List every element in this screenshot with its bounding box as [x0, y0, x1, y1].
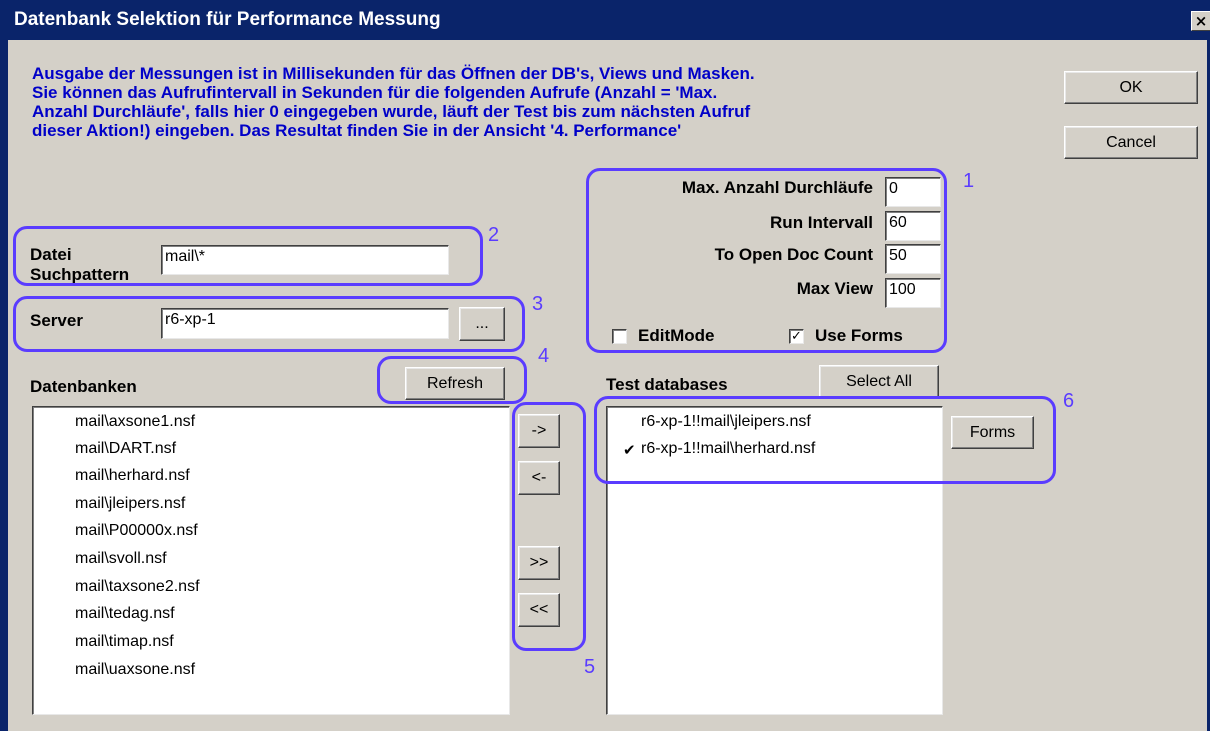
useforms-checkbox[interactable]: ✓ [789, 329, 804, 344]
max-runs-label: Max. Anzahl Durchläufe [681, 178, 873, 197]
test-databases-label: Test databases [606, 375, 728, 394]
list-item[interactable]: mail\tedag.nsf [75, 605, 175, 623]
callout-number-6: 6 [1063, 390, 1075, 412]
info-line: Ausgabe der Messungen ist in Millisekund… [32, 64, 755, 83]
list-item[interactable]: mail\svoll.nsf [75, 550, 167, 568]
open-doc-count-field[interactable]: 50 [885, 244, 941, 274]
server-label: Server [30, 311, 83, 330]
forms-button[interactable]: Forms [951, 416, 1034, 449]
databases-list[interactable]: mail\axsone1.nsf mail\DART.nsf mail\herh… [32, 406, 510, 715]
open-doc-count-label: To Open Doc Count [714, 245, 873, 264]
add-button[interactable]: -> [518, 414, 560, 448]
info-line: Sie können das Aufrufintervall in Sekund… [32, 83, 718, 102]
ok-button[interactable]: OK [1064, 71, 1198, 104]
list-item[interactable]: mail\uaxsone.nsf [75, 661, 195, 679]
list-item[interactable]: mail\taxsone2.nsf [75, 578, 200, 596]
search-pattern-label-1: Datei [30, 245, 72, 264]
remove-button[interactable]: <- [518, 461, 560, 495]
list-item[interactable]: mail\axsone1.nsf [75, 413, 195, 431]
editmode-label: EditMode [638, 326, 715, 345]
list-item[interactable]: r6-xp-1!!mail\herhard.nsf [641, 440, 815, 458]
max-view-field[interactable]: 100 [885, 278, 941, 308]
window-title: Datenbank Selektion für Performance Mess… [14, 9, 441, 30]
info-text: Ausgabe der Messungen ist in Millisekund… [32, 64, 952, 140]
callout-number-5: 5 [584, 656, 596, 678]
test-databases-list[interactable]: r6-xp-1!!mail\jleipers.nsf ✔ r6-xp-1!!ma… [606, 406, 943, 715]
list-item[interactable]: mail\jleipers.nsf [75, 495, 185, 513]
max-runs-field[interactable]: 0 [885, 177, 941, 207]
useforms-label: Use Forms [815, 326, 903, 345]
callout-number-1: 1 [963, 170, 975, 192]
refresh-button[interactable]: Refresh [405, 367, 505, 400]
close-icon[interactable]: × [1191, 11, 1210, 31]
databases-label: Datenbanken [30, 377, 137, 396]
list-item[interactable]: mail\herhard.nsf [75, 467, 190, 485]
dialog-window: Datenbank Selektion für Performance Mess… [0, 0, 1210, 731]
server-input[interactable]: r6-xp-1 [161, 308, 449, 339]
callout-number-3: 3 [532, 293, 544, 315]
info-line: dieser Aktion!) eingeben. Das Resultat f… [32, 121, 682, 140]
callout-number-4: 4 [538, 345, 550, 367]
editmode-checkbox[interactable] [612, 329, 627, 344]
title-bar: Datenbank Selektion für Performance Mess… [0, 0, 1210, 40]
run-interval-label: Run Intervall [770, 213, 873, 232]
search-pattern-input[interactable]: mail\* [161, 245, 449, 275]
info-line: Anzahl Durchläufe', falls hier 0 eingege… [32, 102, 751, 121]
browse-button[interactable]: ... [459, 307, 505, 341]
cancel-button[interactable]: Cancel [1064, 126, 1198, 159]
list-item[interactable]: mail\timap.nsf [75, 633, 174, 651]
list-item[interactable]: mail\P00000x.nsf [75, 522, 198, 540]
search-pattern-label-2: Suchpattern [30, 265, 130, 284]
remove-all-button[interactable]: << [518, 593, 560, 627]
callout-number-2: 2 [488, 224, 500, 246]
add-all-button[interactable]: >> [518, 546, 560, 580]
list-item[interactable]: r6-xp-1!!mail\jleipers.nsf [641, 413, 811, 431]
max-view-label: Max View [796, 279, 873, 298]
selected-check-icon: ✔ [623, 441, 636, 459]
list-item[interactable]: mail\DART.nsf [75, 440, 176, 458]
run-interval-field[interactable]: 60 [885, 211, 941, 241]
select-all-button[interactable]: Select All [819, 365, 939, 398]
